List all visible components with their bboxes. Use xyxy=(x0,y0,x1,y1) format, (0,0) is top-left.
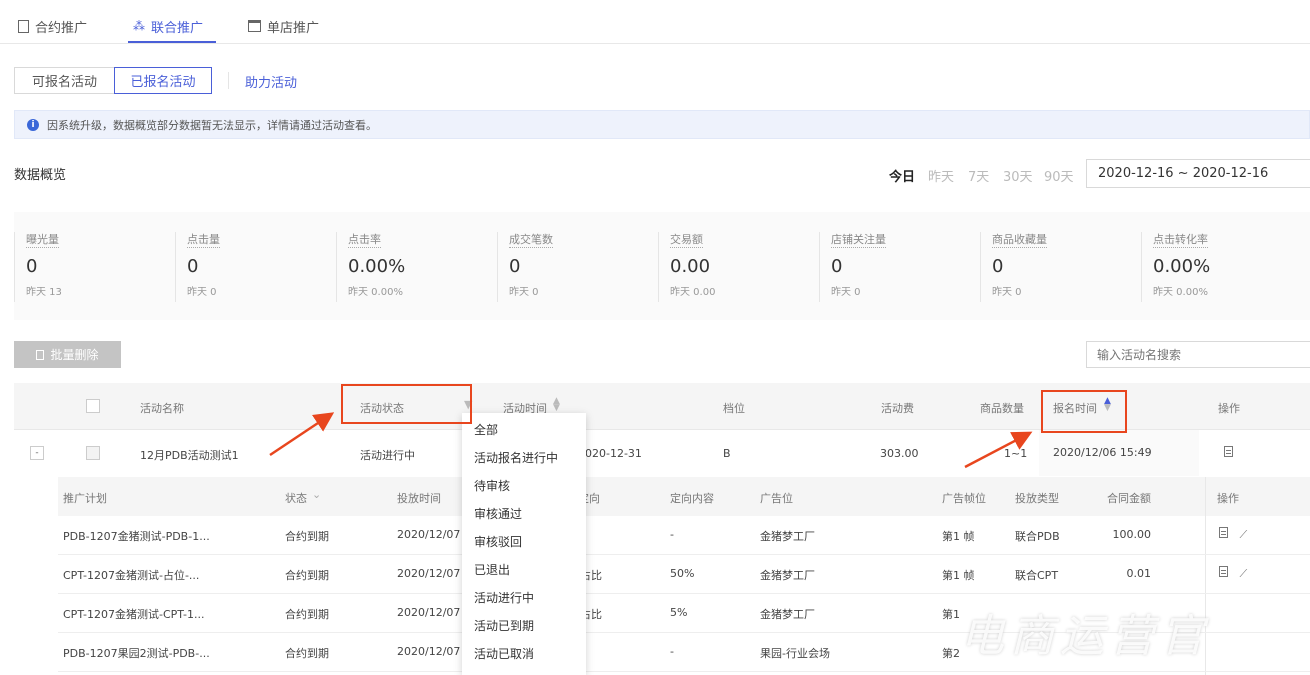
arrow-icon xyxy=(269,412,335,457)
arrow-icon xyxy=(964,431,1033,469)
annotation-arrows xyxy=(269,412,1033,469)
watermark: 电商运营官 xyxy=(960,611,1210,662)
